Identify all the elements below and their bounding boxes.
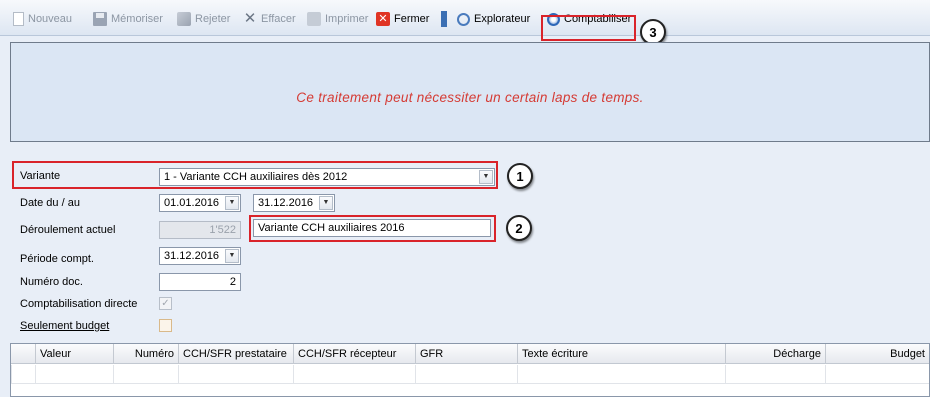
callout-1: 1: [507, 163, 533, 189]
save-icon: [93, 12, 107, 26]
new-button[interactable]: Nouveau: [13, 11, 72, 27]
col-decharge[interactable]: Décharge: [725, 344, 825, 364]
numero-input[interactable]: 2: [159, 273, 241, 291]
deroulement-number: 1'522: [159, 221, 241, 239]
grid-cell[interactable]: [293, 365, 415, 384]
toolbar: Nouveau Mémoriser Rejeter ✕ Effacer Impr…: [0, 0, 930, 36]
col-numero[interactable]: Numéro: [113, 344, 178, 364]
chevron-down-icon[interactable]: ▼: [225, 196, 239, 210]
close-button[interactable]: ✕ Fermer: [376, 11, 429, 27]
col-prestataire[interactable]: CCH/SFR prestataire: [178, 344, 293, 364]
grid-header: Valeur Numéro CCH/SFR prestataire CCH/SF…: [11, 344, 929, 364]
checkmark-icon: ✓: [161, 298, 170, 309]
toolbar-overflow[interactable]: [441, 11, 447, 27]
save-button[interactable]: Mémoriser: [93, 11, 163, 27]
grid-cell[interactable]: [178, 365, 293, 384]
reject-icon: [177, 12, 191, 26]
close-icon: ✕: [376, 12, 390, 26]
deroulement-label: Déroulement actuel: [20, 224, 116, 236]
periode-label: Période compt.: [20, 253, 94, 265]
info-panel: Ce traitement peut nécessiter un certain…: [10, 42, 930, 142]
budget-checkbox[interactable]: [159, 319, 172, 332]
grid-cell[interactable]: [113, 365, 178, 384]
grid-cell[interactable]: [517, 365, 725, 384]
delete-button[interactable]: ✕ Effacer: [243, 11, 296, 27]
chevron-down-icon[interactable]: ▼: [319, 196, 333, 210]
col-budget[interactable]: Budget: [825, 344, 929, 364]
info-message: Ce traitement peut nécessiter un certain…: [296, 90, 644, 105]
print-button[interactable]: Imprimer: [307, 11, 368, 27]
date-to-field[interactable]: 31.12.2016 ▼: [253, 194, 335, 212]
date-from-value: 01.01.2016: [164, 197, 220, 209]
deroulement-text-input[interactable]: Variante CCH auxiliaires 2016: [253, 219, 491, 237]
grid-cell[interactable]: [725, 365, 825, 384]
highlight-post-button: [541, 15, 636, 41]
new-label: Nouveau: [28, 13, 73, 25]
directe-checkbox[interactable]: ✓: [159, 297, 172, 310]
chevron-down-icon[interactable]: ▼: [225, 249, 239, 263]
budget-label: Seulement budget: [20, 320, 110, 332]
explorer-icon: [457, 12, 470, 26]
variante-label: Variante: [20, 170, 61, 182]
col-texte[interactable]: Texte écriture: [517, 344, 725, 364]
grid-cell[interactable]: [35, 365, 113, 384]
grid-cell[interactable]: [11, 365, 35, 384]
print-icon: [307, 12, 321, 26]
delete-label: Effacer: [261, 13, 296, 25]
numero-label: Numéro doc.: [20, 276, 83, 288]
grid-cell[interactable]: [825, 365, 929, 384]
reject-label: Rejeter: [195, 13, 231, 25]
callout-2: 2: [506, 215, 532, 241]
explorer-button[interactable]: Explorateur: [457, 11, 530, 27]
save-label: Mémoriser: [111, 13, 163, 25]
date-to-value: 31.12.2016: [258, 197, 314, 209]
delete-icon: ✕: [243, 10, 257, 27]
entries-grid: Valeur Numéro CCH/SFR prestataire CCH/SF…: [10, 343, 930, 397]
close-label: Fermer: [394, 13, 430, 25]
chevron-down-icon[interactable]: ▼: [479, 170, 493, 184]
reject-button[interactable]: Rejeter: [177, 11, 230, 27]
new-document-icon: [13, 12, 24, 26]
variante-value: 1 - Variante CCH auxiliaires dès 2012: [164, 171, 348, 183]
periode-value: 31.12.2016: [164, 250, 220, 262]
col-valeur[interactable]: Valeur: [35, 344, 113, 364]
print-label: Imprimer: [325, 13, 369, 25]
col-recepteur[interactable]: CCH/SFR récepteur: [293, 344, 415, 364]
col-gfr[interactable]: GFR: [415, 344, 517, 364]
grid-cell[interactable]: [415, 365, 517, 384]
periode-field[interactable]: 31.12.2016 ▼: [159, 247, 241, 265]
explorer-label: Explorateur: [474, 13, 531, 25]
overflow-icon: [441, 11, 447, 27]
dates-label: Date du / au: [20, 197, 80, 209]
directe-label: Comptabilisation directe: [20, 298, 138, 310]
variante-select[interactable]: 1 - Variante CCH auxiliaires dès 2012 ▼: [159, 168, 495, 186]
date-from-field[interactable]: 01.01.2016 ▼: [159, 194, 241, 212]
